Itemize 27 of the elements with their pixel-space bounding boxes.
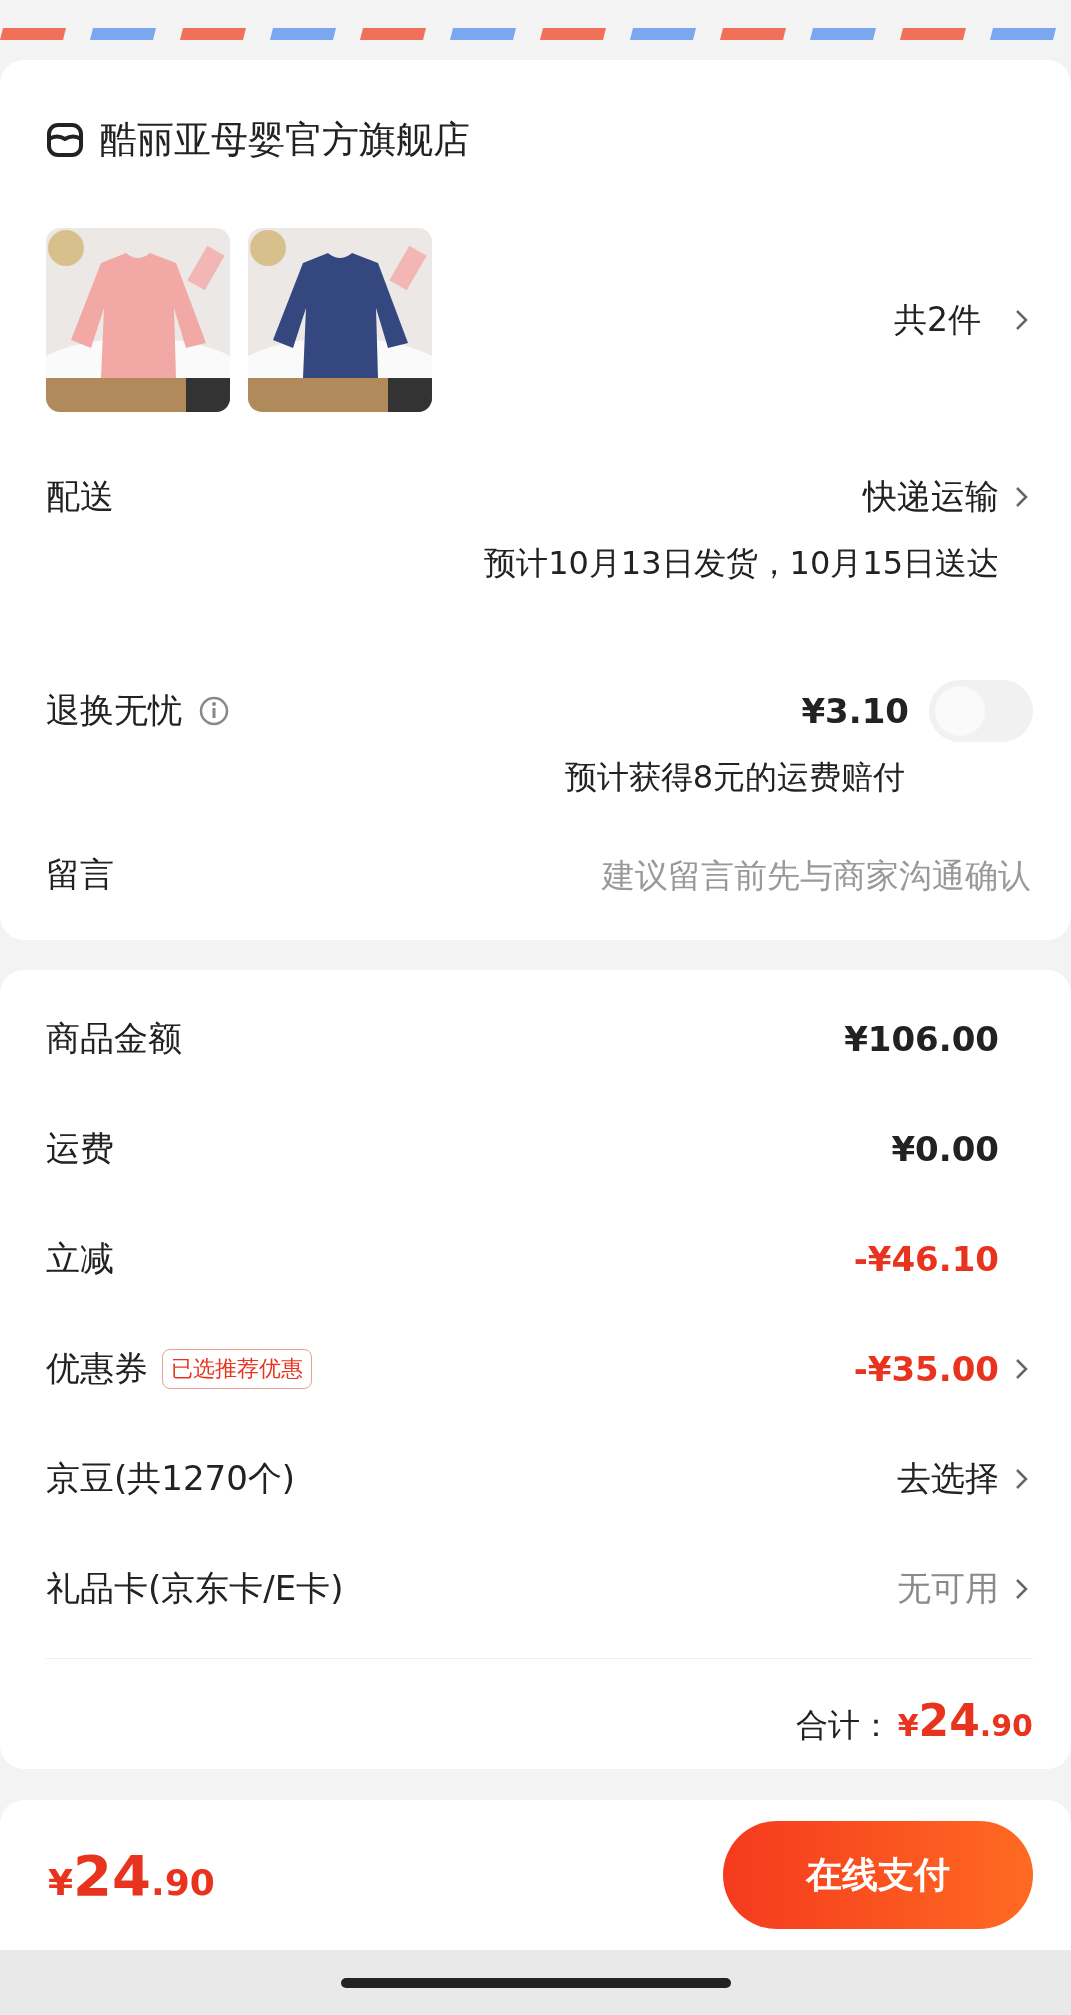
fee-value: -¥46.10	[853, 1239, 999, 1279]
message-field[interactable]: 建议留言前先与商家沟通确认	[473, 854, 1033, 896]
delivery-estimate: 预计10月13日发货，10月15日送达	[484, 543, 999, 584]
fee-value: ¥0.00	[891, 1129, 999, 1169]
delivery-label: 配送	[46, 475, 114, 518]
store-name: 酷丽亚母婴官方旗舰店	[100, 117, 470, 163]
message-label: 留言	[46, 853, 114, 896]
item-count[interactable]: 共2件	[894, 297, 981, 343]
coupon-badge: 已选推荐优惠	[162, 1349, 312, 1389]
fee-label: 立减	[46, 1237, 114, 1280]
fee-value[interactable]: 去选择	[897, 1456, 999, 1502]
fee-value[interactable]: -¥35.00	[853, 1349, 999, 1389]
insurance-price: ¥3.10	[801, 691, 909, 731]
return-insurance-label: 退换无忧	[46, 689, 182, 732]
delivery-method[interactable]: 快递运输	[863, 474, 999, 520]
store-icon	[46, 122, 84, 158]
fee-label: 礼品卡(京东卡/E卡)	[46, 1567, 344, 1610]
fee-label: 运费	[46, 1127, 114, 1170]
total-amount: ¥24.90	[897, 1695, 1033, 1746]
info-icon	[198, 695, 230, 727]
total-amount: ¥24.90	[48, 1842, 215, 1908]
fee-label: 优惠券	[46, 1347, 148, 1390]
compensation-note: 预计获得8元的运费赔付	[564, 757, 905, 798]
fee-value: ¥106.00	[844, 1019, 999, 1059]
total-label: 合计：	[795, 1705, 892, 1746]
fee-label: 京豆(共1270个)	[46, 1457, 296, 1500]
fee-label: 商品金额	[46, 1017, 182, 1060]
